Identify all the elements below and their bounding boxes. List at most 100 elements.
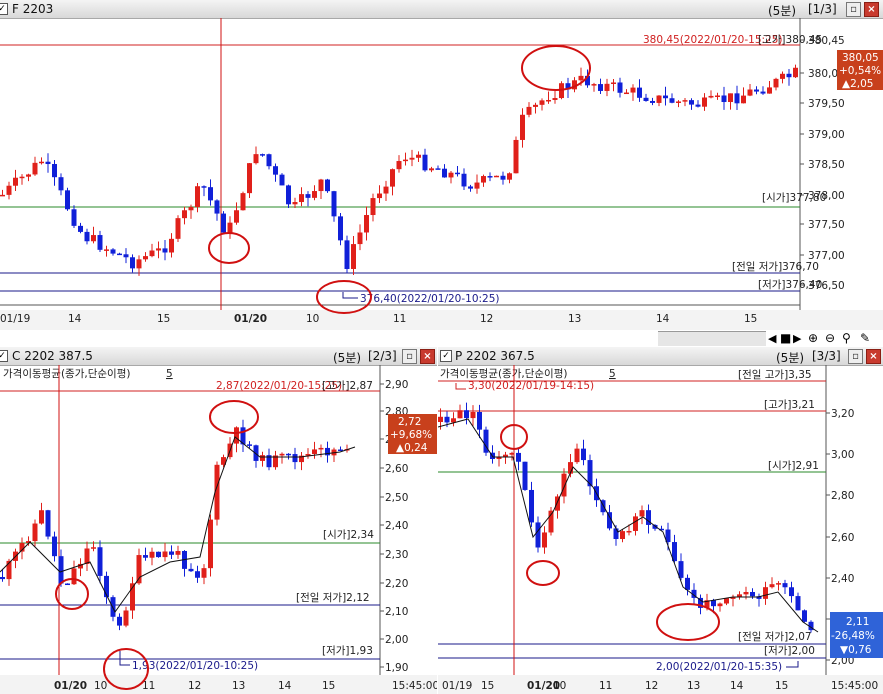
top-candle-body (682, 100, 688, 102)
zoom-out-icon[interactable]: ⊖ (825, 331, 835, 345)
open-ref-label: [시가]2,91 (768, 460, 819, 472)
chart-scrollbar[interactable] (658, 331, 766, 346)
top-candle-body (247, 163, 252, 194)
top-candle-body (624, 92, 629, 95)
prev-low-ref-label: [전일 저가]2,12 (296, 591, 370, 604)
top-candle-body (0, 194, 5, 197)
top-candle-body (45, 161, 51, 165)
prev-low-ref-label: [전일 저가]2,07 (738, 630, 812, 643)
badge-percent: +9,68% (390, 429, 432, 441)
call-candle-body (32, 523, 38, 542)
top-candle-body (78, 225, 83, 232)
put-candle-body (776, 583, 781, 585)
call-candle-body (188, 568, 194, 572)
indicator-period: 5 (166, 368, 173, 380)
top-candle-body (318, 179, 324, 192)
x-tick-label: 01/20 (54, 680, 87, 692)
put-candle-body (633, 516, 638, 531)
badge-percent: +0,54% (839, 65, 881, 77)
y-tick-label: 2,00 (385, 634, 408, 646)
top-candle-body (767, 87, 772, 94)
put-candle-body (717, 603, 723, 607)
top-candle-body (461, 173, 467, 187)
low-annotation: 376,40(2022/01/20-10:25) (360, 293, 500, 305)
y-tick-label: 2,30 (385, 549, 408, 561)
call-candle-body (286, 453, 291, 456)
put-candle-body (516, 452, 521, 462)
top-candle-body (188, 207, 194, 211)
highlight-circle (521, 45, 591, 91)
top-candle-body (227, 222, 233, 233)
top-candle-body (32, 162, 38, 175)
stop-icon[interactable]: ■ (780, 331, 791, 345)
top-price-chart[interactable]: 380,45380,00379,50379,00378,50378,00377,… (0, 0, 883, 330)
y-tick-label: 2,50 (385, 492, 408, 504)
top-candle-body (591, 84, 597, 86)
high-annotation: 3,30(2022/01/19-14:15) (468, 380, 594, 392)
top-candle-body (630, 87, 636, 93)
high-ref-label: [고가]2,87 (322, 380, 373, 392)
put-candle-body (763, 587, 768, 599)
put-candle-body (457, 410, 463, 419)
high-ref-label: [고가]380,45 (758, 34, 822, 46)
x-tick-label: 01/19 (0, 313, 30, 325)
x-tick-label: 13 (568, 313, 581, 325)
y-tick-label: 2,90 (385, 379, 408, 391)
put-candle-body (613, 528, 619, 540)
top-candle-body (494, 175, 499, 178)
top-candle-body (468, 186, 473, 189)
zoom-in-icon[interactable]: ⊕ (808, 331, 818, 345)
x-tick-label: 10 (306, 313, 319, 325)
top-candle-body (533, 104, 538, 107)
top-candle-body (208, 187, 213, 201)
search-icon[interactable]: ⚲ (842, 331, 851, 345)
scroll-left-icon[interactable]: ◀ (768, 332, 776, 345)
call-price-chart[interactable]: 가격이동평균(종가,단순이평)52,902,802,702,602,502,40… (0, 347, 437, 694)
top-candle-body (110, 249, 116, 254)
call-candle-body (279, 453, 285, 456)
top-candle-body (520, 114, 525, 140)
y-tick-label: 2,80 (831, 490, 854, 502)
call-candle-body (234, 427, 239, 444)
top-candle-body (611, 82, 616, 84)
top-candle-body (507, 173, 512, 180)
indicator-label: 가격이동평균(종가,단순이평) (440, 367, 567, 380)
indicator-label: 가격이동평균(종가,단순이평) (3, 367, 130, 380)
top-candle-body (370, 198, 376, 216)
badge-change: ▲0,24 (396, 442, 428, 454)
top-candle-body (97, 235, 103, 250)
top-candle-body (234, 210, 239, 223)
top-candle-body (84, 231, 90, 242)
top-candle-body (741, 95, 746, 104)
top-candle-body (182, 210, 187, 219)
call-candle-body (253, 445, 259, 461)
top-candle-body (299, 194, 304, 203)
put-candle-body (535, 522, 541, 548)
scroll-right-icon[interactable]: ▶ (793, 332, 801, 345)
x-tick-label: 15 (322, 680, 335, 692)
top-candle-body (578, 75, 584, 81)
top-candle-body (240, 193, 246, 211)
top-candle-body (117, 253, 122, 256)
top-candle-body (383, 186, 389, 194)
x-tick-label: 12 (480, 313, 493, 325)
top-candle-body (546, 99, 551, 102)
put-candle-body (509, 452, 515, 455)
call-candle-body (156, 551, 161, 558)
low-annotation: 2,00(2022/01/20-15:35) (656, 661, 782, 673)
top-candle-body (266, 154, 272, 167)
top-candle-body (52, 164, 57, 178)
tools-icon[interactable]: ✎ (860, 331, 870, 345)
put-candle-body (802, 610, 807, 622)
top-candle-body (162, 248, 168, 253)
put-price-chart[interactable]: 가격이동평균(종가,단순이평)53,203,002,802,602,402,20… (438, 347, 883, 694)
y-tick-label: 379,00 (808, 129, 845, 141)
top-candle-body (143, 256, 148, 260)
top-candle-body (221, 213, 226, 233)
top-candle-body (435, 168, 441, 170)
top-candle-body (253, 154, 259, 164)
call-candle-body (123, 610, 129, 626)
x-tick-label: 14 (278, 680, 292, 692)
low-annotation-arrow (119, 651, 130, 666)
moving-average-line (438, 418, 819, 633)
